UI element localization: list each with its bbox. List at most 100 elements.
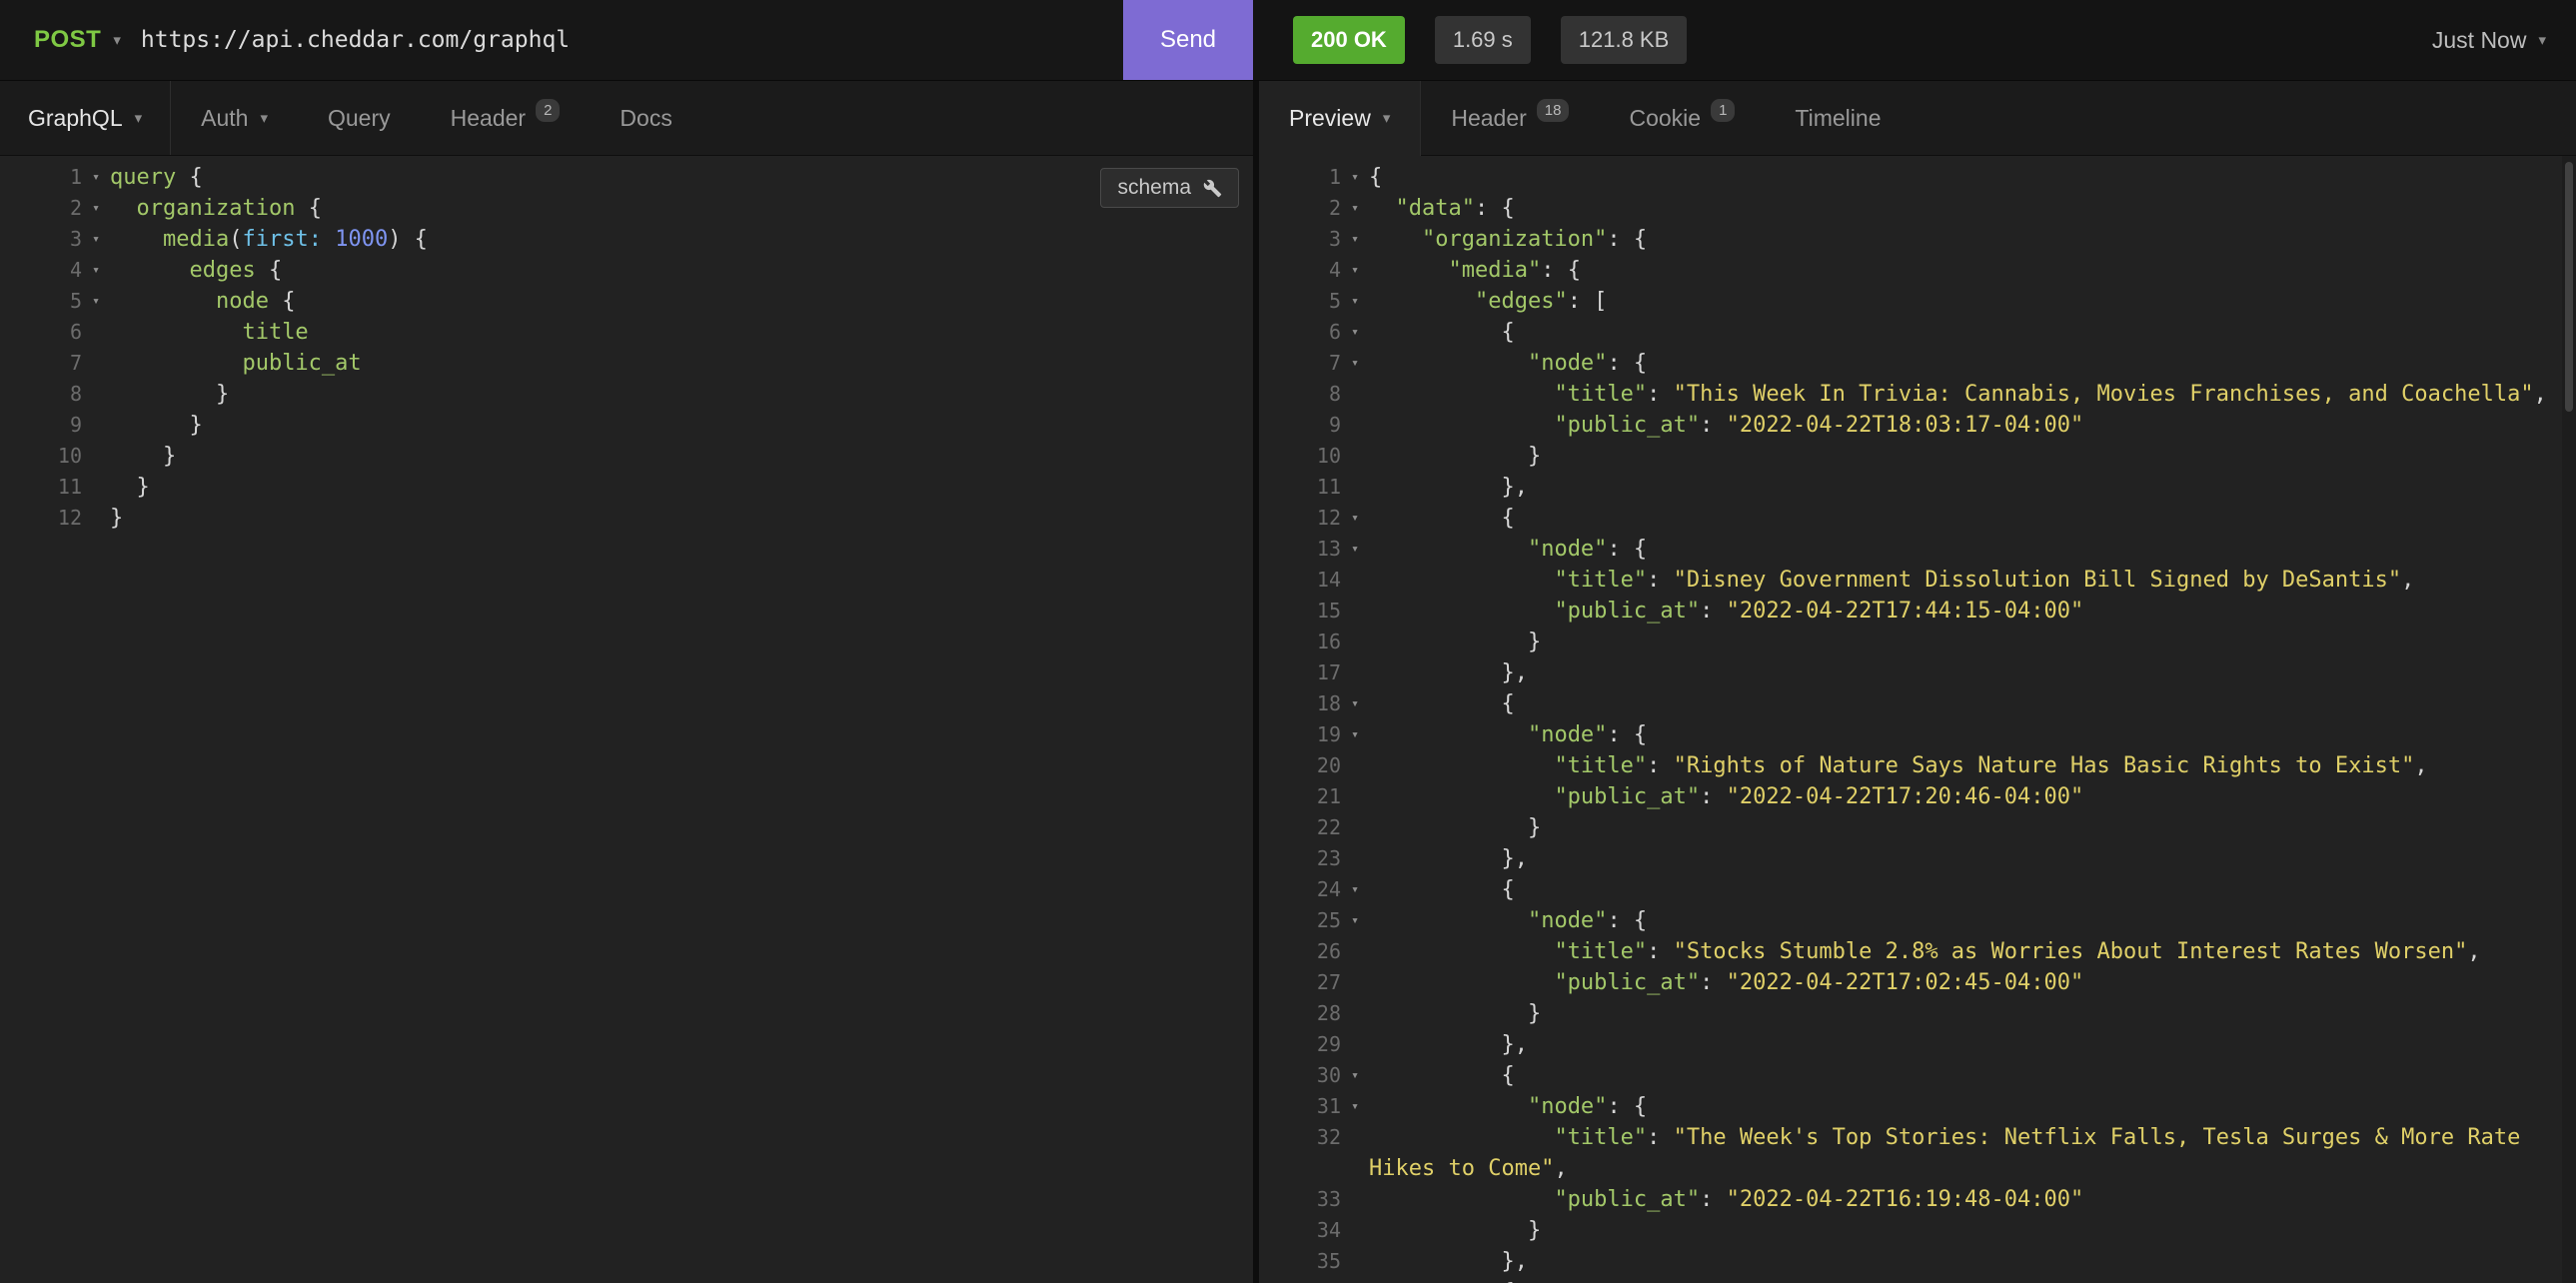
code-line: 7 public_at [8,348,1253,379]
line-number: 6 [8,317,82,348]
code-text: } [1369,812,2560,843]
line-number: 5 [8,286,82,317]
line-number: 33 [1267,1184,1341,1215]
line-number: 21 [1267,781,1341,812]
line-number: 29 [1267,1029,1341,1060]
line-number: 6 [1267,317,1341,348]
fold-toggle-icon[interactable]: ▾ [1341,193,1369,224]
scrollbar-track[interactable] [2562,156,2576,1283]
code-text: "public_at": "2022-04-22T17:20:46-04:00" [1369,781,2560,812]
line-number: 5 [1267,286,1341,317]
line-number: 7 [8,348,82,379]
line-number: 22 [1267,812,1341,843]
code-line: 1▾query { [8,162,1253,193]
code-line: 8 } [8,379,1253,410]
line-number: 12 [1267,503,1341,534]
tab-docs-label: Docs [620,105,671,132]
line-number: 11 [1267,472,1341,503]
line-number: 8 [1267,379,1341,410]
fold-toggle-icon[interactable]: ▾ [82,224,110,255]
code-line: 3▾ media(first: 1000) { [8,224,1253,255]
code-text: { [1369,162,2560,193]
tab-response-header[interactable]: Header 18 [1421,81,1599,155]
code-text: "node": { [1369,534,2560,565]
fold-toggle-icon[interactable]: ▾ [1341,1277,1369,1283]
main-split: GraphQL Auth Query Header 2 Docs schema [0,81,2576,1283]
status-badge: 200 OK [1293,16,1405,64]
fold-toggle-icon[interactable]: ▾ [82,255,110,286]
graphql-query-editor[interactable]: schema 1▾query {2▾ organization {3▾ medi… [0,156,1253,1283]
fold-toggle-icon[interactable]: ▾ [82,193,110,224]
fold-toggle-icon[interactable]: ▾ [1341,286,1369,317]
tab-timeline[interactable]: Timeline [1765,81,1911,155]
code-text: } [110,379,229,410]
tab-query[interactable]: Query [298,81,421,155]
code-text: }, [1369,472,2560,503]
fold-toggle-icon[interactable]: ▾ [1341,255,1369,286]
code-line: 30▾ { [1267,1060,2576,1091]
code-text: public_at [110,348,362,379]
line-number: 2 [1267,193,1341,224]
chevron-down-icon [1383,111,1391,126]
fold-toggle-icon[interactable]: ▾ [1341,348,1369,379]
code-line: 13▾ "node": { [1267,534,2576,565]
line-number: 2 [8,193,82,224]
fold-toggle-icon[interactable]: ▾ [1341,534,1369,565]
schema-button[interactable]: schema [1100,168,1239,208]
code-text: "node": { [1369,719,2560,750]
code-line: 4▾ edges { [8,255,1253,286]
fold-toggle-icon[interactable]: ▾ [1341,162,1369,193]
code-line: 12} [8,503,1253,534]
code-line: 29 }, [1267,1029,2576,1060]
code-line: 6 title [8,317,1253,348]
tab-cookie[interactable]: Cookie 1 [1599,81,1765,155]
code-line: 8 "title": "This Week In Trivia: Cannabi… [1267,379,2576,410]
fold-toggle-icon[interactable]: ▾ [82,286,110,317]
code-line: 7▾ "node": { [1267,348,2576,379]
response-meta-bar: 200 OK 1.69 s 121.8 KB Just Now [1253,0,2576,80]
code-text: } [1369,627,2560,657]
tab-preview[interactable]: Preview [1259,81,1421,156]
tab-docs[interactable]: Docs [590,81,701,155]
tab-response-header-label: Header [1451,105,1526,132]
response-pane: Preview Header 18 Cookie 1 Timeline 1▾{2… [1259,81,2576,1283]
code-line: 21 "public_at": "2022-04-22T17:20:46-04:… [1267,781,2576,812]
wrench-icon [1203,179,1222,198]
method-dropdown[interactable]: POST [0,0,131,80]
tab-auth[interactable]: Auth [171,81,298,155]
code-text: "node": { [1369,348,2560,379]
fold-toggle-icon[interactable]: ▾ [1341,1091,1369,1122]
fold-toggle-icon[interactable]: ▾ [1341,224,1369,255]
header-count-badge: 2 [536,99,560,122]
url-input[interactable] [131,27,1123,53]
scrollbar-thumb[interactable] [2565,162,2573,412]
tab-header[interactable]: Header 2 [421,81,591,155]
request-tab-bar: GraphQL Auth Query Header 2 Docs [0,81,1253,156]
code-line: 19▾ "node": { [1267,719,2576,750]
tab-header-label: Header [451,105,526,132]
send-button[interactable]: Send [1123,0,1253,80]
top-bar: POST Send 200 OK 1.69 s 121.8 KB Just No… [0,0,2576,81]
code-text: } [110,410,203,441]
line-number: 35 [1267,1246,1341,1277]
fold-toggle-icon[interactable]: ▾ [1341,905,1369,936]
line-number: 1 [8,162,82,193]
fold-toggle-icon[interactable]: ▾ [82,162,110,193]
line-number: 7 [1267,348,1341,379]
line-number: 8 [8,379,82,410]
fold-toggle-icon[interactable]: ▾ [1341,503,1369,534]
response-history-dropdown[interactable]: Just Now [2432,27,2546,54]
fold-toggle-icon[interactable]: ▾ [1341,688,1369,719]
body-type-dropdown[interactable]: GraphQL [0,81,171,155]
fold-toggle-icon[interactable]: ▾ [1341,317,1369,348]
line-number: 4 [1267,255,1341,286]
code-line: 5▾ "edges": [ [1267,286,2576,317]
response-tab-bar: Preview Header 18 Cookie 1 Timeline [1259,81,2576,156]
code-line: 31▾ "node": { [1267,1091,2576,1122]
code-text: } [110,503,123,534]
response-preview-editor[interactable]: 1▾{2▾ "data": {3▾ "organization": {4▾ "m… [1259,156,2576,1283]
fold-toggle-icon[interactable]: ▾ [1341,719,1369,750]
fold-toggle-icon[interactable]: ▾ [1341,1060,1369,1091]
fold-toggle-icon[interactable]: ▾ [1341,874,1369,905]
cookie-count-badge: 1 [1711,99,1735,122]
